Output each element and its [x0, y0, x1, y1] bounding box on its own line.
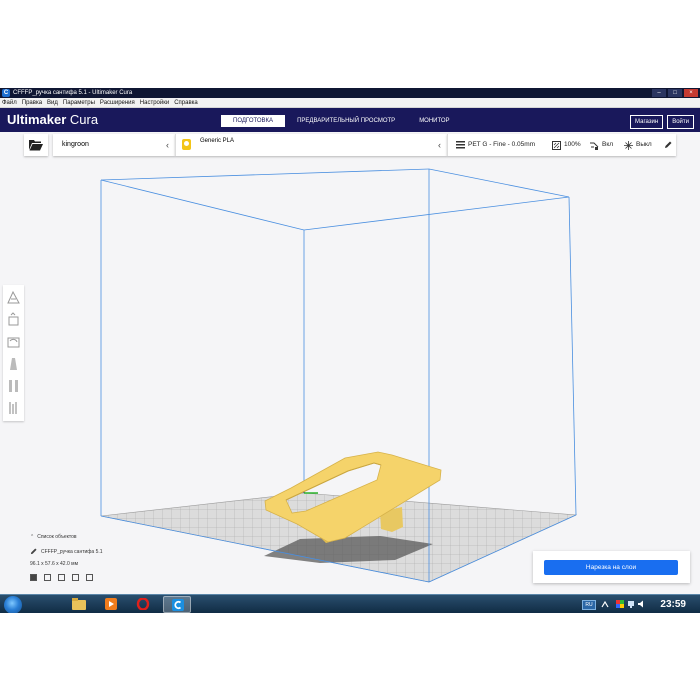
3d-viewport[interactable] — [0, 158, 700, 613]
menu-extensions[interactable]: Расширения — [100, 98, 135, 107]
right-view-icon[interactable] — [86, 574, 93, 581]
camera-view-buttons — [30, 574, 93, 581]
window-controls: – □ × — [652, 89, 700, 97]
tools-panel — [3, 285, 24, 421]
job-toolbar: kingroon ‹ Generic PLA ‹ PET G - Fine - … — [0, 132, 700, 158]
tab-prepare[interactable]: ПОДГОТОВКА — [221, 115, 286, 127]
per-model-settings-tool[interactable] — [5, 377, 22, 395]
object-list-label: Список объектов — [37, 534, 77, 540]
support-icon — [590, 142, 599, 150]
edit-settings-item[interactable] — [664, 134, 672, 156]
move-tool[interactable] — [5, 289, 22, 307]
tab-preview[interactable]: ПРЕДВАРИТЕЛЬНЫЙ ПРОСМОТР — [285, 115, 407, 127]
taskbar-explorer[interactable] — [65, 596, 93, 613]
language-indicator[interactable]: RU — [582, 600, 596, 610]
rotate-icon — [7, 337, 20, 348]
taskbar-cura[interactable] — [163, 596, 191, 613]
menu-settings[interactable]: Параметры — [63, 98, 95, 107]
infill-value: 100% — [564, 141, 581, 148]
close-button[interactable]: × — [684, 89, 698, 97]
menu-file[interactable]: Файл — [2, 98, 17, 107]
mirror-icon — [10, 358, 17, 370]
adhesion-item: Выкл — [624, 134, 652, 156]
network-icon[interactable] — [627, 600, 635, 608]
rotate-tool[interactable] — [5, 333, 22, 351]
cura-icon — [172, 599, 184, 611]
media-player-icon — [105, 598, 117, 610]
object-name: CFFFP_ручка сантифа 5.1 — [41, 548, 103, 555]
infill-icon — [552, 140, 561, 150]
extruder-badge-icon — [182, 139, 191, 150]
volume-icon[interactable] — [638, 600, 646, 608]
print-settings-selector[interactable]: PET G - Fine - 0.05mm 100% Вкл Выкл — [447, 134, 676, 156]
left-view-icon[interactable] — [72, 574, 79, 581]
top-view-icon[interactable] — [58, 574, 65, 581]
support-blocker-tool[interactable] — [5, 399, 22, 417]
support-blocker-icon — [9, 402, 17, 414]
scale-tool[interactable] — [5, 311, 22, 329]
layers-icon — [456, 141, 465, 149]
chevron-left-icon: ‹ — [166, 140, 169, 150]
taskbar-media-player[interactable] — [97, 596, 125, 613]
adhesion-value: Выкл — [636, 141, 652, 148]
folder-icon — [72, 598, 86, 610]
window-title-bar: C CFFFP_ручка сантифа 5.1 - Ultimaker Cu… — [0, 88, 700, 98]
taskbar-opera[interactable] — [129, 596, 157, 613]
printer-selector[interactable]: kingroon ‹ — [53, 134, 175, 156]
start-button[interactable] — [4, 596, 22, 613]
move-icon — [7, 290, 20, 304]
brand-name: Ultimaker — [7, 112, 67, 127]
windows-taskbar: RU 23:59 — [0, 594, 700, 613]
system-tray: RU 23:59 — [578, 595, 700, 613]
opera-icon — [136, 598, 150, 610]
header-buttons: Магазин Войти — [630, 115, 694, 129]
clock[interactable]: 23:59 — [660, 598, 686, 611]
tray-expand-icon[interactable] — [601, 601, 609, 608]
object-list-toggle[interactable]: ⌃ Список объектов — [30, 534, 77, 540]
build-volume-scene — [100, 168, 578, 583]
action-panel: Нарезка на слои — [533, 551, 690, 583]
adhesion-icon — [624, 140, 633, 150]
object-dimensions: 96.1 x 57.6 x 42.0 мм — [30, 561, 79, 567]
screen: C CFFFP_ручка сантифа 5.1 - Ultimaker Cu… — [0, 88, 700, 613]
stage-tabs: ПОДГОТОВКА ПРЕДВАРИТЕЛЬНЫЙ ПРОСМОТР МОНИ… — [221, 115, 462, 127]
front-view-icon[interactable] — [44, 574, 51, 581]
open-file-button[interactable] — [24, 134, 48, 156]
per-model-settings-icon — [9, 380, 18, 392]
object-name-row: CFFFP_ручка сантифа 5.1 — [30, 548, 103, 555]
infill-item: 100% — [552, 134, 581, 156]
profile-item: PET G - Fine - 0.05mm — [456, 134, 535, 156]
menu-bar: Файл Правка Вид Параметры Расширения Нас… — [0, 98, 700, 108]
minimize-button[interactable]: – — [652, 89, 666, 97]
brand-logo: Ultimaker Cura — [7, 112, 98, 128]
maximize-button[interactable]: □ — [668, 89, 682, 97]
slice-button[interactable]: Нарезка на слои — [544, 560, 678, 575]
window-title: CFFFP_ручка сантифа 5.1 - Ultimaker Cura — [13, 90, 133, 96]
sign-in-button[interactable]: Войти — [667, 115, 694, 129]
marketplace-button[interactable]: Магазин — [630, 115, 664, 129]
scale-icon — [8, 312, 19, 326]
menu-edit[interactable]: Правка — [22, 98, 42, 107]
app-header: Ultimaker Cura ПОДГОТОВКА ПРЕДВАРИТЕЛЬНЫ… — [0, 108, 700, 132]
tab-monitor[interactable]: МОНИТОР — [407, 115, 461, 127]
pencil-icon — [665, 141, 672, 148]
profile-label: PET G - Fine - 0.05mm — [468, 141, 536, 148]
mirror-tool[interactable] — [5, 355, 22, 373]
folder-icon — [29, 140, 43, 151]
material-selector[interactable]: Generic PLA ‹ — [175, 134, 447, 156]
brand-product: Cura — [69, 112, 99, 127]
flag-icon[interactable] — [616, 600, 624, 608]
3d-view-icon[interactable] — [30, 574, 37, 581]
chevron-up-icon: ⌃ — [30, 534, 35, 540]
pencil-icon[interactable] — [30, 548, 37, 555]
cura-app-icon: C — [2, 89, 10, 97]
material-name: Generic PLA — [200, 138, 235, 144]
menu-view[interactable]: Вид — [47, 98, 58, 107]
menu-help[interactable]: Справка — [174, 98, 198, 107]
menu-preferences[interactable]: Настройки — [140, 98, 169, 107]
support-value: Вкл — [602, 141, 614, 148]
chevron-left-icon: ‹ — [438, 140, 441, 150]
support-item: Вкл — [590, 134, 613, 156]
printer-name: kingroon — [62, 141, 89, 148]
